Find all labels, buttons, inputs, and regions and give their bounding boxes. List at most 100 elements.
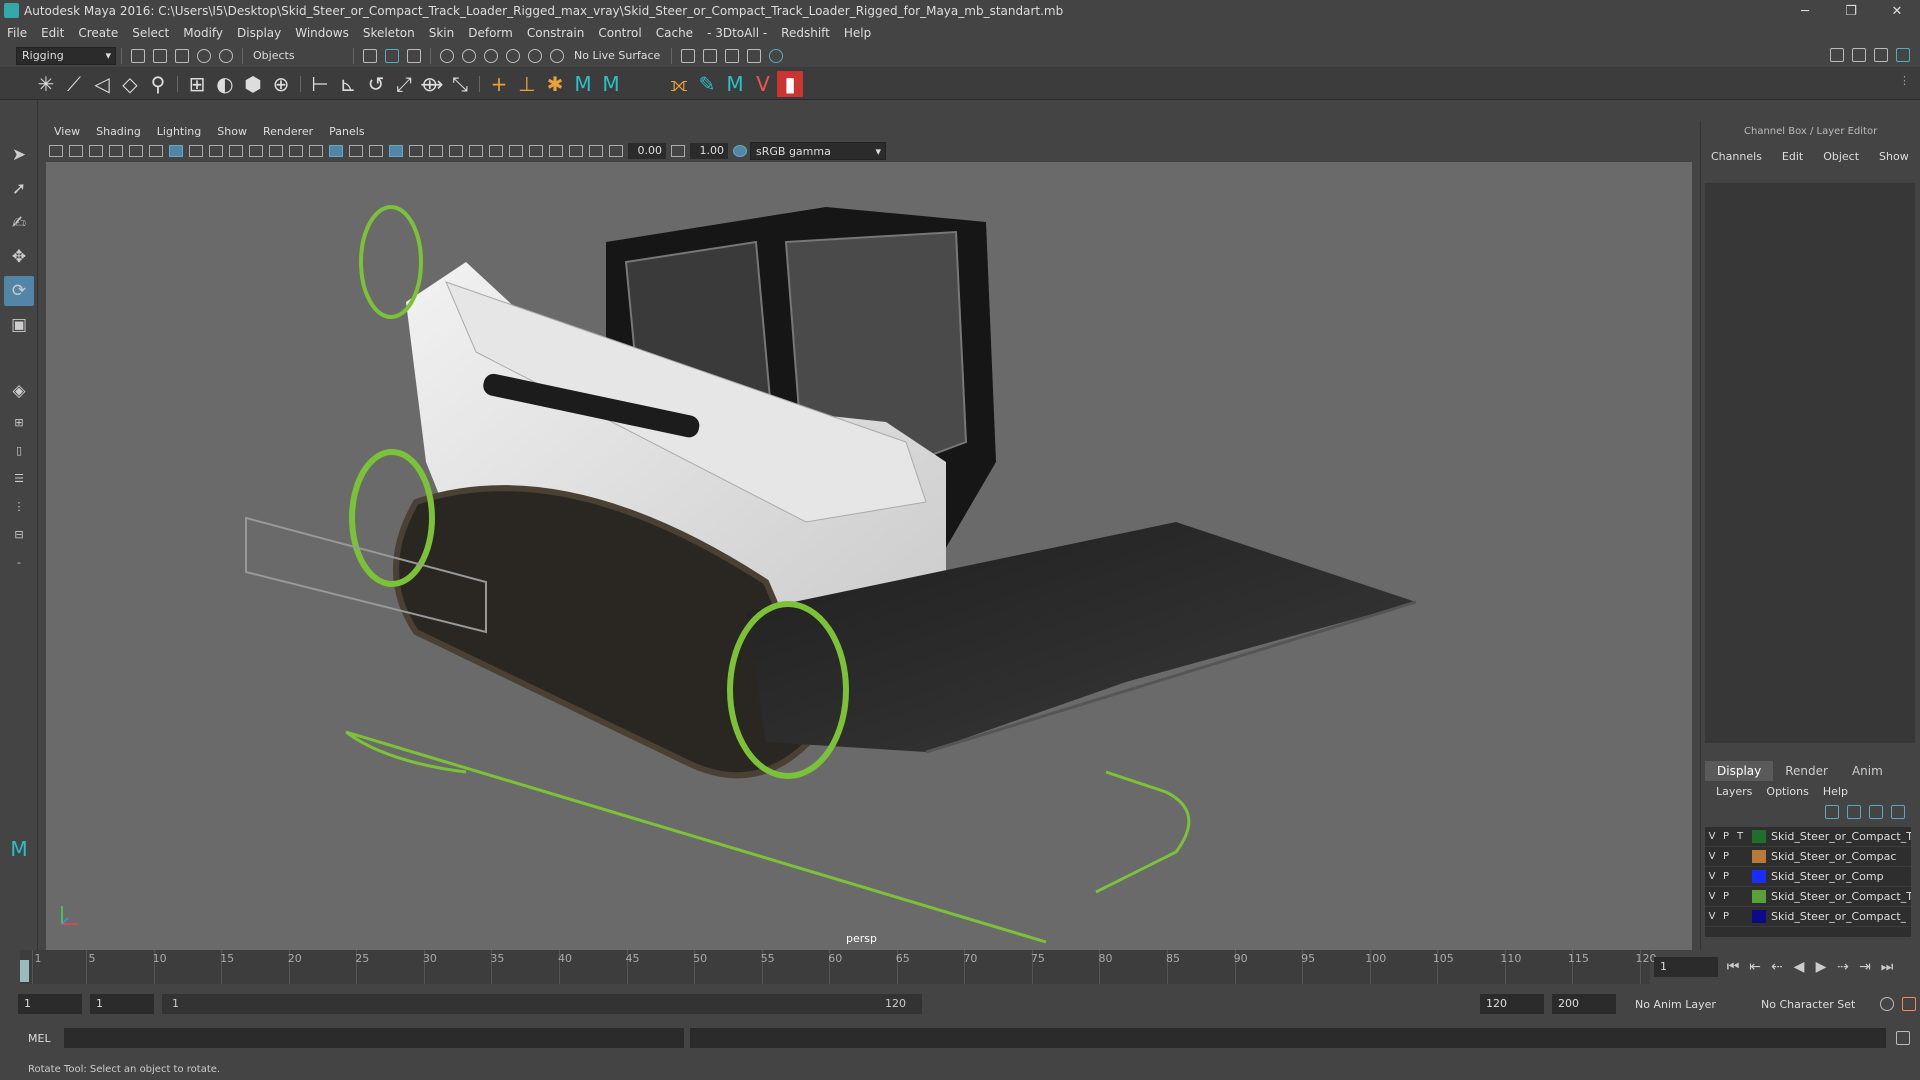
- panel-menu-panels[interactable]: Panels: [321, 125, 372, 138]
- ik-handle-icon[interactable]: ⟋: [60, 70, 88, 98]
- isolate-select-icon[interactable]: [529, 145, 543, 157]
- grease-pencil-icon[interactable]: [149, 145, 163, 157]
- four-view-icon[interactable]: ⊞: [4, 410, 34, 434]
- layer-color-swatch[interactable]: [1752, 910, 1766, 923]
- orient-constraint-icon[interactable]: ↺: [362, 70, 390, 98]
- persp-outliner-icon[interactable]: ▯: [4, 438, 34, 462]
- live-surface-label[interactable]: No Live Surface: [574, 49, 660, 62]
- persp-graph-icon[interactable]: ☰: [4, 466, 34, 490]
- shadows-icon[interactable]: [429, 145, 443, 157]
- select-tool-icon[interactable]: ➤: [4, 140, 34, 170]
- lattice-icon[interactable]: ⬢: [239, 70, 267, 98]
- resolution-gate-icon[interactable]: [209, 145, 223, 157]
- layer-row[interactable]: V P Skid_Steer_or_Compact_: [1705, 907, 1911, 927]
- save-scene-icon[interactable]: [175, 48, 189, 63]
- render-frame-icon[interactable]: [703, 48, 718, 63]
- snap-view-plane-icon[interactable]: [506, 48, 520, 63]
- channel-box-icon[interactable]: [1896, 48, 1910, 62]
- animation-start-field[interactable]: 1: [18, 994, 82, 1014]
- command-language-label[interactable]: MEL: [28, 1032, 62, 1045]
- playback-start-field[interactable]: 1: [90, 994, 154, 1014]
- xray-joints-icon[interactable]: [569, 145, 583, 157]
- exposure-field[interactable]: 0.00: [628, 143, 666, 159]
- layout-menu-icon[interactable]: -: [4, 550, 34, 574]
- xray-components-icon[interactable]: [589, 145, 603, 157]
- panel-menu-lighting[interactable]: Lighting: [149, 125, 209, 138]
- attribute-editor-icon[interactable]: [1852, 48, 1866, 62]
- aim-constraint-icon[interactable]: ⊾: [334, 70, 362, 98]
- joint-tool-icon[interactable]: ✳: [32, 70, 60, 98]
- perspective-viewport[interactable]: persp: [46, 162, 1692, 950]
- menu-cache[interactable]: Cache: [649, 26, 700, 40]
- panel-menu-show[interactable]: Show: [209, 125, 255, 138]
- layer-row[interactable]: V P T Skid_Steer_or_Compact_Tr: [1705, 827, 1911, 847]
- mirror-joint-icon[interactable]: ◇: [116, 70, 144, 98]
- render-view-icon[interactable]: [747, 48, 762, 63]
- layer-row[interactable]: V P Skid_Steer_or_Comp: [1705, 867, 1911, 887]
- pole-vector-icon[interactable]: ⤡: [446, 70, 474, 98]
- layer-color-swatch[interactable]: [1752, 890, 1766, 903]
- panel-menu-shading[interactable]: Shading: [88, 125, 149, 138]
- animation-end-field[interactable]: 200: [1552, 994, 1616, 1014]
- menu-select[interactable]: Select: [125, 26, 176, 40]
- anim-layer-dropdown[interactable]: No Anim Layer: [1630, 995, 1750, 1013]
- maya-tool-icon[interactable]: M: [569, 70, 597, 98]
- tool-settings-icon[interactable]: [1874, 48, 1888, 62]
- film-gate-icon[interactable]: [189, 145, 203, 157]
- locator-aim-icon[interactable]: ⊥: [513, 70, 541, 98]
- step-back-frame-icon[interactable]: ⇠: [1766, 956, 1788, 978]
- step-forward-frame-icon[interactable]: ⇢: [1832, 956, 1854, 978]
- layer-playback[interactable]: P: [1719, 831, 1733, 842]
- snap-curve-icon[interactable]: [462, 48, 476, 63]
- safe-action-icon[interactable]: [269, 145, 283, 157]
- paint-weights-icon[interactable]: ◐: [211, 70, 239, 98]
- single-view-icon[interactable]: ◈: [4, 376, 34, 406]
- new-layer-from-selected-icon[interactable]: [1891, 805, 1905, 819]
- new-scene-icon[interactable]: [131, 48, 145, 63]
- hypershade-layout-icon[interactable]: ⋮: [4, 494, 34, 518]
- scale-constraint-icon[interactable]: ⤢: [390, 70, 418, 98]
- color-management-icon[interactable]: [733, 145, 747, 157]
- tab-render[interactable]: Render: [1773, 761, 1840, 781]
- layer-visibility[interactable]: V: [1705, 911, 1719, 922]
- layer-visibility[interactable]: V: [1705, 891, 1719, 902]
- undo-icon[interactable]: [197, 48, 211, 63]
- render-settings-icon[interactable]: [681, 48, 696, 63]
- menu-control[interactable]: Control: [591, 26, 648, 40]
- default-material-icon[interactable]: [349, 145, 363, 157]
- play-forwards-icon[interactable]: ▶: [1810, 956, 1832, 978]
- gate-mask-icon[interactable]: [229, 145, 243, 157]
- statistics-icon[interactable]: ▮: [777, 70, 803, 97]
- parent-constraint-icon[interactable]: ⟴: [418, 70, 446, 98]
- exposure-icon[interactable]: [609, 145, 623, 157]
- menu-set-dropdown[interactable]: Rigging ▾: [16, 46, 116, 65]
- locator-icon[interactable]: +: [485, 70, 513, 98]
- depth-of-field-icon[interactable]: [509, 145, 523, 157]
- layer-row[interactable]: V P Skid_Steer_or_Compact_Tr: [1705, 887, 1911, 907]
- help-menu[interactable]: Help: [1816, 785, 1855, 798]
- script-editor-icon[interactable]: [1896, 1031, 1910, 1045]
- snap-point-icon[interactable]: [484, 48, 498, 63]
- xray-icon[interactable]: [549, 145, 563, 157]
- grid-icon[interactable]: [169, 145, 183, 157]
- minimize-icon[interactable]: ─: [1782, 0, 1828, 22]
- textured-icon[interactable]: [389, 145, 403, 157]
- point-constraint-icon[interactable]: ⊢: [306, 70, 334, 98]
- move-layer-up-icon[interactable]: [1825, 805, 1839, 819]
- time-slider[interactable]: 1 5 10 15 20 25 30 35 40 45 50 55 60 65 70 75 80 85 90 95 10…: [20, 950, 1657, 984]
- gamma-icon[interactable]: [671, 145, 685, 157]
- 2d-pan-zoom-icon[interactable]: [129, 145, 143, 157]
- menu-windows[interactable]: Windows: [288, 26, 356, 40]
- menu-create[interactable]: Create: [71, 26, 125, 40]
- layer-display-type[interactable]: T: [1733, 831, 1747, 842]
- channels-menu[interactable]: Channels: [1701, 150, 1772, 163]
- layer-playback[interactable]: P: [1719, 891, 1733, 902]
- channel-list[interactable]: [1705, 183, 1915, 743]
- maya-script-icon[interactable]: M: [597, 70, 625, 98]
- select-component-icon[interactable]: [407, 48, 421, 63]
- layer-row[interactable]: V P Skid_Steer_or_Compac: [1705, 847, 1911, 867]
- menu-file[interactable]: File: [0, 26, 34, 40]
- ik-spline-icon[interactable]: ◁: [88, 70, 116, 98]
- layer-color-swatch[interactable]: [1752, 870, 1766, 883]
- star-locator-icon[interactable]: ✱: [541, 70, 569, 98]
